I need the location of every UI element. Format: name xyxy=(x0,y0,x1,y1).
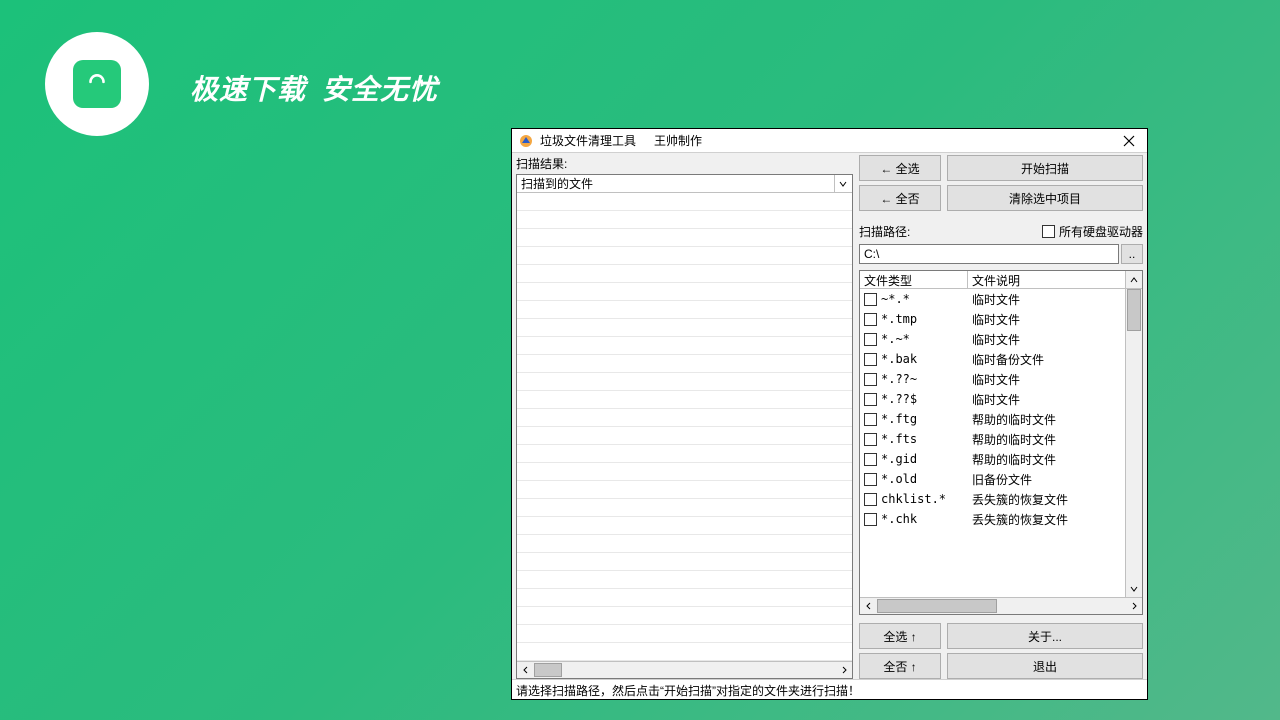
browse-button[interactable]: .. xyxy=(1121,244,1143,264)
exit-button[interactable]: 退出 xyxy=(947,653,1143,679)
type-pattern: *.bak xyxy=(881,352,917,366)
type-checkbox[interactable] xyxy=(864,333,877,346)
type-pattern: *.??$ xyxy=(881,392,917,406)
type-row[interactable]: *.old 旧备份文件 xyxy=(860,469,1125,489)
type-row[interactable]: *.~* 临时文件 xyxy=(860,329,1125,349)
type-checkbox[interactable] xyxy=(864,373,877,386)
app-icon xyxy=(518,133,534,149)
select-all-button[interactable]: ← 全选 xyxy=(859,155,941,181)
type-description: 临时文件 xyxy=(968,391,1125,408)
type-row[interactable]: *.fts 帮助的临时文件 xyxy=(860,429,1125,449)
type-row[interactable]: ~*.* 临时文件 xyxy=(860,289,1125,309)
window-title: 垃圾文件清理工具 xyxy=(540,132,636,149)
type-hscroll[interactable] xyxy=(860,597,1142,614)
scroll-up-icon[interactable] xyxy=(1125,271,1142,288)
brand-circle xyxy=(45,32,149,136)
start-scan-button[interactable]: 开始扫描 xyxy=(947,155,1143,181)
desc-column-header[interactable]: 文件说明 xyxy=(968,271,1125,288)
type-description: 临时文件 xyxy=(968,291,1125,308)
select-all-types-button[interactable]: 全选 ↑ xyxy=(859,623,941,649)
all-drives-checkbox[interactable] xyxy=(1042,225,1055,238)
type-checkbox[interactable] xyxy=(864,453,877,466)
bag-icon xyxy=(73,60,121,108)
results-hscroll[interactable] xyxy=(517,661,852,678)
titlebar[interactable]: 垃圾文件清理工具 王帅制作 xyxy=(512,129,1147,153)
about-button[interactable]: 关于... xyxy=(947,623,1143,649)
close-button[interactable] xyxy=(1117,129,1141,153)
type-description: 帮助的临时文件 xyxy=(968,451,1125,468)
type-checkbox[interactable] xyxy=(864,513,877,526)
type-pattern: *.??~ xyxy=(881,372,917,386)
file-type-list: 文件类型 文件说明 ~*.*临时文件*.tmp临时文件*.~*临时文件*.bak… xyxy=(859,270,1143,615)
type-checkbox[interactable] xyxy=(864,493,877,506)
type-description: 丢失簇的恢复文件 xyxy=(968,511,1125,528)
type-row[interactable]: *.ftg 帮助的临时文件 xyxy=(860,409,1125,429)
type-row[interactable]: *.tmp 临时文件 xyxy=(860,309,1125,329)
type-checkbox[interactable] xyxy=(864,353,877,366)
results-body xyxy=(517,193,852,661)
app-window: 垃圾文件清理工具 王帅制作 扫描结果: 扫描到的文件 xyxy=(511,128,1148,700)
select-none-button[interactable]: ← 全否 xyxy=(859,185,941,211)
type-description: 临时文件 xyxy=(968,371,1125,388)
scan-path-label: 扫描路径: xyxy=(859,223,910,240)
type-description: 旧备份文件 xyxy=(968,471,1125,488)
scan-results-list[interactable]: 扫描到的文件 xyxy=(516,174,853,679)
close-icon xyxy=(1123,135,1135,147)
type-row[interactable]: *.bak 临时备份文件 xyxy=(860,349,1125,369)
type-pattern: *.tmp xyxy=(881,312,917,326)
hscroll-thumb[interactable] xyxy=(534,663,562,677)
slogan-part-2: 安全无忧 xyxy=(322,74,438,105)
slogan-part-1: 极速下载 xyxy=(190,74,306,105)
type-checkbox[interactable] xyxy=(864,393,877,406)
type-checkbox[interactable] xyxy=(864,433,877,446)
type-row[interactable]: *.??$ 临时文件 xyxy=(860,389,1125,409)
type-pattern: chklist.* xyxy=(881,492,946,506)
scan-results-label: 扫描结果: xyxy=(516,155,853,172)
type-description: 丢失簇的恢复文件 xyxy=(968,491,1125,508)
scroll-left-icon[interactable] xyxy=(860,598,877,614)
type-checkbox[interactable] xyxy=(864,313,877,326)
hscroll-thumb[interactable] xyxy=(877,599,997,613)
type-pattern: *.fts xyxy=(881,432,917,446)
statusbar: 请选择扫描路径，然后点击“开始扫描”对指定的文件夹进行扫描！ xyxy=(512,679,1147,699)
scroll-right-icon[interactable] xyxy=(835,662,852,678)
type-description: 临时文件 xyxy=(968,331,1125,348)
column-resize-end-icon[interactable] xyxy=(834,175,850,192)
type-row[interactable]: *.chk 丢失簇的恢复文件 xyxy=(860,509,1125,529)
scroll-down-icon[interactable] xyxy=(1126,580,1142,597)
type-description: 帮助的临时文件 xyxy=(968,431,1125,448)
window-subtitle: 王帅制作 xyxy=(654,132,702,149)
scroll-right-icon[interactable] xyxy=(1125,598,1142,614)
type-row[interactable]: *.??~ 临时文件 xyxy=(860,369,1125,389)
type-checkbox[interactable] xyxy=(864,293,877,306)
scroll-left-icon[interactable] xyxy=(517,662,534,678)
scan-path-input[interactable]: C:\ xyxy=(859,244,1119,264)
type-column-header[interactable]: 文件类型 xyxy=(860,271,968,288)
type-row[interactable]: *.gid 帮助的临时文件 xyxy=(860,449,1125,469)
type-checkbox[interactable] xyxy=(864,473,877,486)
type-row[interactable]: chklist.* 丢失簇的恢复文件 xyxy=(860,489,1125,509)
all-drives-label: 所有硬盘驱动器 xyxy=(1059,223,1143,240)
type-pattern: ~*.* xyxy=(881,292,910,306)
type-description: 临时文件 xyxy=(968,311,1125,328)
type-pattern: *.old xyxy=(881,472,917,486)
type-pattern: *.chk xyxy=(881,512,917,526)
clear-selected-button[interactable]: 清除选中项目 xyxy=(947,185,1143,211)
type-pattern: *.ftg xyxy=(881,412,917,426)
type-pattern: *.~* xyxy=(881,332,910,346)
results-column-header[interactable]: 扫描到的文件 xyxy=(521,175,593,192)
select-none-types-button[interactable]: 全否 ↑ xyxy=(859,653,941,679)
type-vscroll[interactable] xyxy=(1125,289,1142,597)
type-description: 帮助的临时文件 xyxy=(968,411,1125,428)
type-description: 临时备份文件 xyxy=(968,351,1125,368)
type-checkbox[interactable] xyxy=(864,413,877,426)
type-pattern: *.gid xyxy=(881,452,917,466)
vscroll-thumb[interactable] xyxy=(1127,289,1141,331)
slogan: 极速下载安全无忧 xyxy=(190,68,454,108)
